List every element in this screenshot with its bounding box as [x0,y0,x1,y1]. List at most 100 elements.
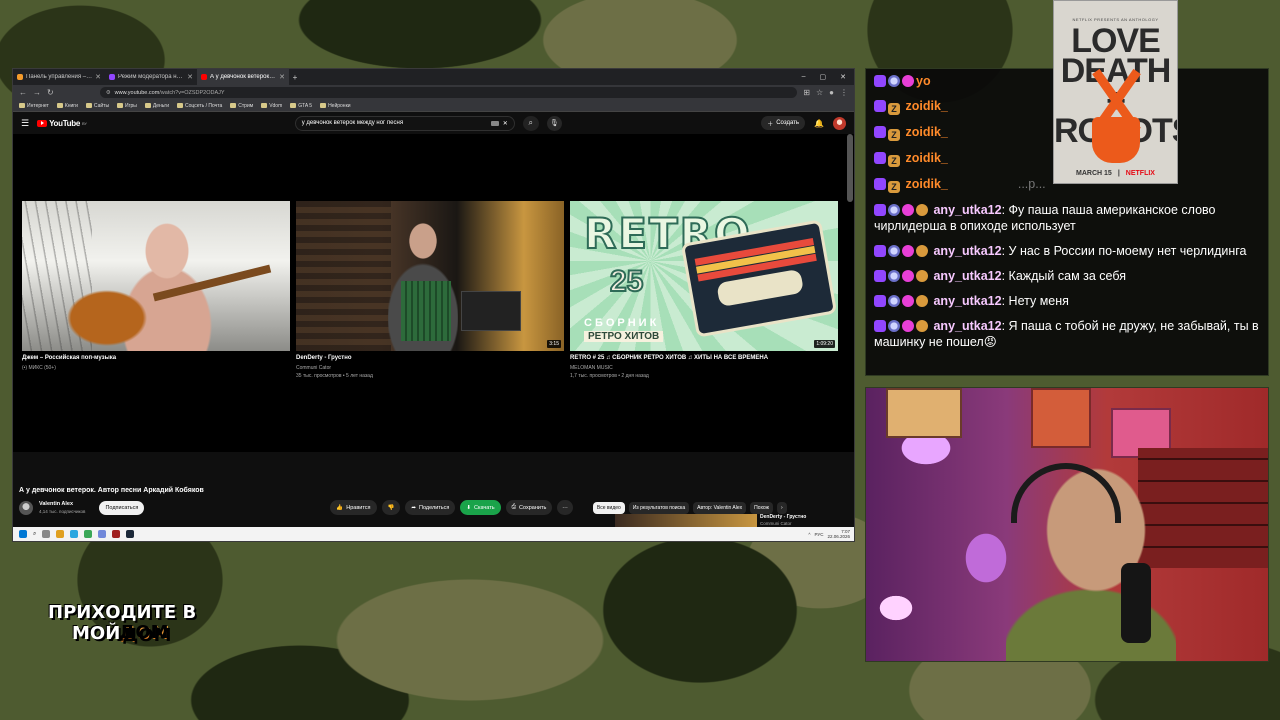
share-button[interactable]: ➦ Поделиться [405,500,456,515]
task-view-icon[interactable] [42,530,51,538]
love-death-robots-poster: NETFLIX PRESENTS AN ANTHOLOGY LOVE DEATH… [1053,0,1178,184]
extension-icon[interactable]: ⊞ [803,88,810,97]
search-input[interactable]: у девчонок ветерок между ног песня ✕ [294,115,515,131]
new-tab-button[interactable]: + [289,73,301,82]
search-icon[interactable]: ⌕ [33,531,36,538]
create-button[interactable]: ＋ Создать [761,116,806,130]
bag-badge-icon [916,204,928,216]
maximize-icon[interactable]: ▢ [820,73,827,81]
bookmark-folder[interactable]: GTA 5 [290,103,312,109]
chip[interactable]: Все видео [592,501,625,514]
clear-icon[interactable]: ✕ [503,120,508,127]
stream-overlay-logo: ПРИХОДИТЕ В МОЙДОМ [48,602,197,644]
thumbnail[interactable] [22,201,290,351]
bookmark-folder[interactable]: Книги [56,103,78,109]
like-button[interactable]: 👍 Нравится [330,500,377,515]
url-field[interactable]: ⚙ www.youtube.com/watch?v=OZSDP2ODAJY [99,87,798,98]
microphone-icon[interactable]: 🎙 [546,115,562,131]
subscribe-button[interactable]: Подписаться [99,500,145,515]
microphone [1121,563,1151,643]
bookmark-folder[interactable]: Интернет [19,103,49,109]
chip[interactable]: Автор: Valentin Alex [693,501,747,514]
chrome-icon[interactable] [84,530,93,538]
bookmark-folder[interactable]: Игры [117,103,137,109]
tab-moderator[interactable]: Режим модератора на канале ✕ [105,69,197,85]
video-player[interactable]: Джем – Российская поп-музыка (•) МИКС (5… [13,134,854,452]
edge-icon[interactable] [70,530,79,538]
windows-start-icon[interactable] [19,530,27,538]
endcard-2[interactable]: 3:15 DenDerty - Грустно Communi Cator 35 … [296,201,564,380]
channel-name[interactable]: Valentin Alex [39,501,85,507]
bell-icon[interactable]: 🔔 [814,119,824,128]
hamburger-menu-icon[interactable]: ☰ [21,118,29,129]
thumbs-down-icon: 👎 [387,504,395,511]
save-button[interactable]: ⎙ Сохранить [505,500,553,515]
chat-message: any_utka12: Фу паша паша американское сл… [874,203,1216,233]
keyboard-icon[interactable] [490,120,499,126]
subscriber-count: 4,14 тыс. подписчиков [39,509,86,514]
tab-donation[interactable]: Панель управления – Donatio ✕ [13,69,105,85]
clock[interactable]: 7:07 22.06.2026 [827,529,850,539]
ring-badge-icon [888,204,900,216]
chip[interactable]: Из результатов поиска [628,501,690,514]
close-icon[interactable]: ✕ [95,73,101,81]
profile-icon[interactable]: ● [829,88,834,97]
twitch-icon [874,126,886,138]
thumbnail[interactable]: 3:15 [296,201,564,351]
menu-kebab-icon[interactable]: ⋮ [840,88,848,97]
youtube-favicon-icon [201,74,207,80]
chevron-right-icon[interactable]: › [776,501,787,514]
twitch-icon [874,245,886,257]
twitch-icon [874,295,886,307]
ring-badge-icon [888,245,900,257]
heart-badge-icon [902,245,914,257]
site-info-icon[interactable]: ⚙ [106,90,111,96]
close-icon[interactable]: ✕ [187,73,193,81]
more-actions-button[interactable]: ⋯ [557,500,573,515]
bookmark-folder[interactable]: Деньги [144,103,169,109]
bookmark-folder[interactable]: Сайты [85,103,109,109]
tab-youtube[interactable]: А у девчонок ветерок. Автор п ✕ [197,69,289,85]
end-screen-cards: Джем – Российская поп-музыка (•) МИКС (5… [22,201,838,380]
endcard-1[interactable]: Джем – Российская поп-музыка (•) МИКС (5… [22,201,290,380]
heart-graphic [1092,117,1140,163]
bookmark-folder[interactable]: Стрим [230,103,253,109]
youtube-header: ☰ YouTube BY у девчонок ветерок между ног… [13,112,854,134]
obs-icon[interactable] [112,530,121,538]
minimize-icon[interactable]: – [802,73,806,81]
donation-favicon-icon [17,74,23,80]
endcard-3[interactable]: RETRO 25 СБОРНИК РЕТРО ХИТОВ 1:09:20 RET… [570,201,838,380]
twitch-icon [874,320,886,332]
video-info: А у девчонок ветерок. Автор песни Аркади… [13,484,854,534]
download-button[interactable]: ⬇ Скачать [460,500,501,515]
bookmark-folder[interactable]: Нейронки [320,103,351,109]
steam-icon[interactable] [126,530,135,538]
thumbnail[interactable]: RETRO 25 СБОРНИК РЕТРО ХИТОВ 1:09:20 [570,201,838,351]
discord-icon[interactable] [98,530,107,538]
browser-window: Панель управления – Donatio ✕ Режим моде… [12,68,855,542]
z-badge-icon: Z [888,155,900,167]
file-explorer-icon[interactable] [56,530,65,538]
scrollbar[interactable] [847,134,853,202]
close-icon[interactable]: ✕ [279,73,285,81]
tray-arrow-icon[interactable]: ^ [808,532,810,537]
bookmark-folder[interactable]: Соцсеть / Почта [177,103,222,109]
dislike-button[interactable]: 👎 [381,500,401,515]
bookmarks-bar: Интернет Книги Сайты Игры Деньги Соцсеть… [13,100,854,112]
back-icon[interactable]: ← [19,88,27,97]
close-window-icon[interactable]: ✕ [840,73,846,81]
forward-icon[interactable]: → [33,88,41,97]
reload-icon[interactable]: ↻ [47,88,54,97]
bookmark-folder[interactable]: Vdom [261,103,282,109]
channel-avatar[interactable] [19,500,33,515]
twitch-icon [874,178,886,190]
youtube-play-icon [37,119,48,127]
webcam-feed [865,387,1269,662]
chat-message: any_utka12: У нас в России по-моему нет … [874,243,1260,259]
bookmark-star-icon[interactable]: ☆ [816,88,823,97]
plus-icon: ＋ [767,121,774,128]
avatar[interactable] [833,116,846,130]
search-icon[interactable]: ⌕ [522,115,539,131]
youtube-logo[interactable]: YouTube BY [37,119,87,128]
chip[interactable]: Похож [750,501,773,514]
